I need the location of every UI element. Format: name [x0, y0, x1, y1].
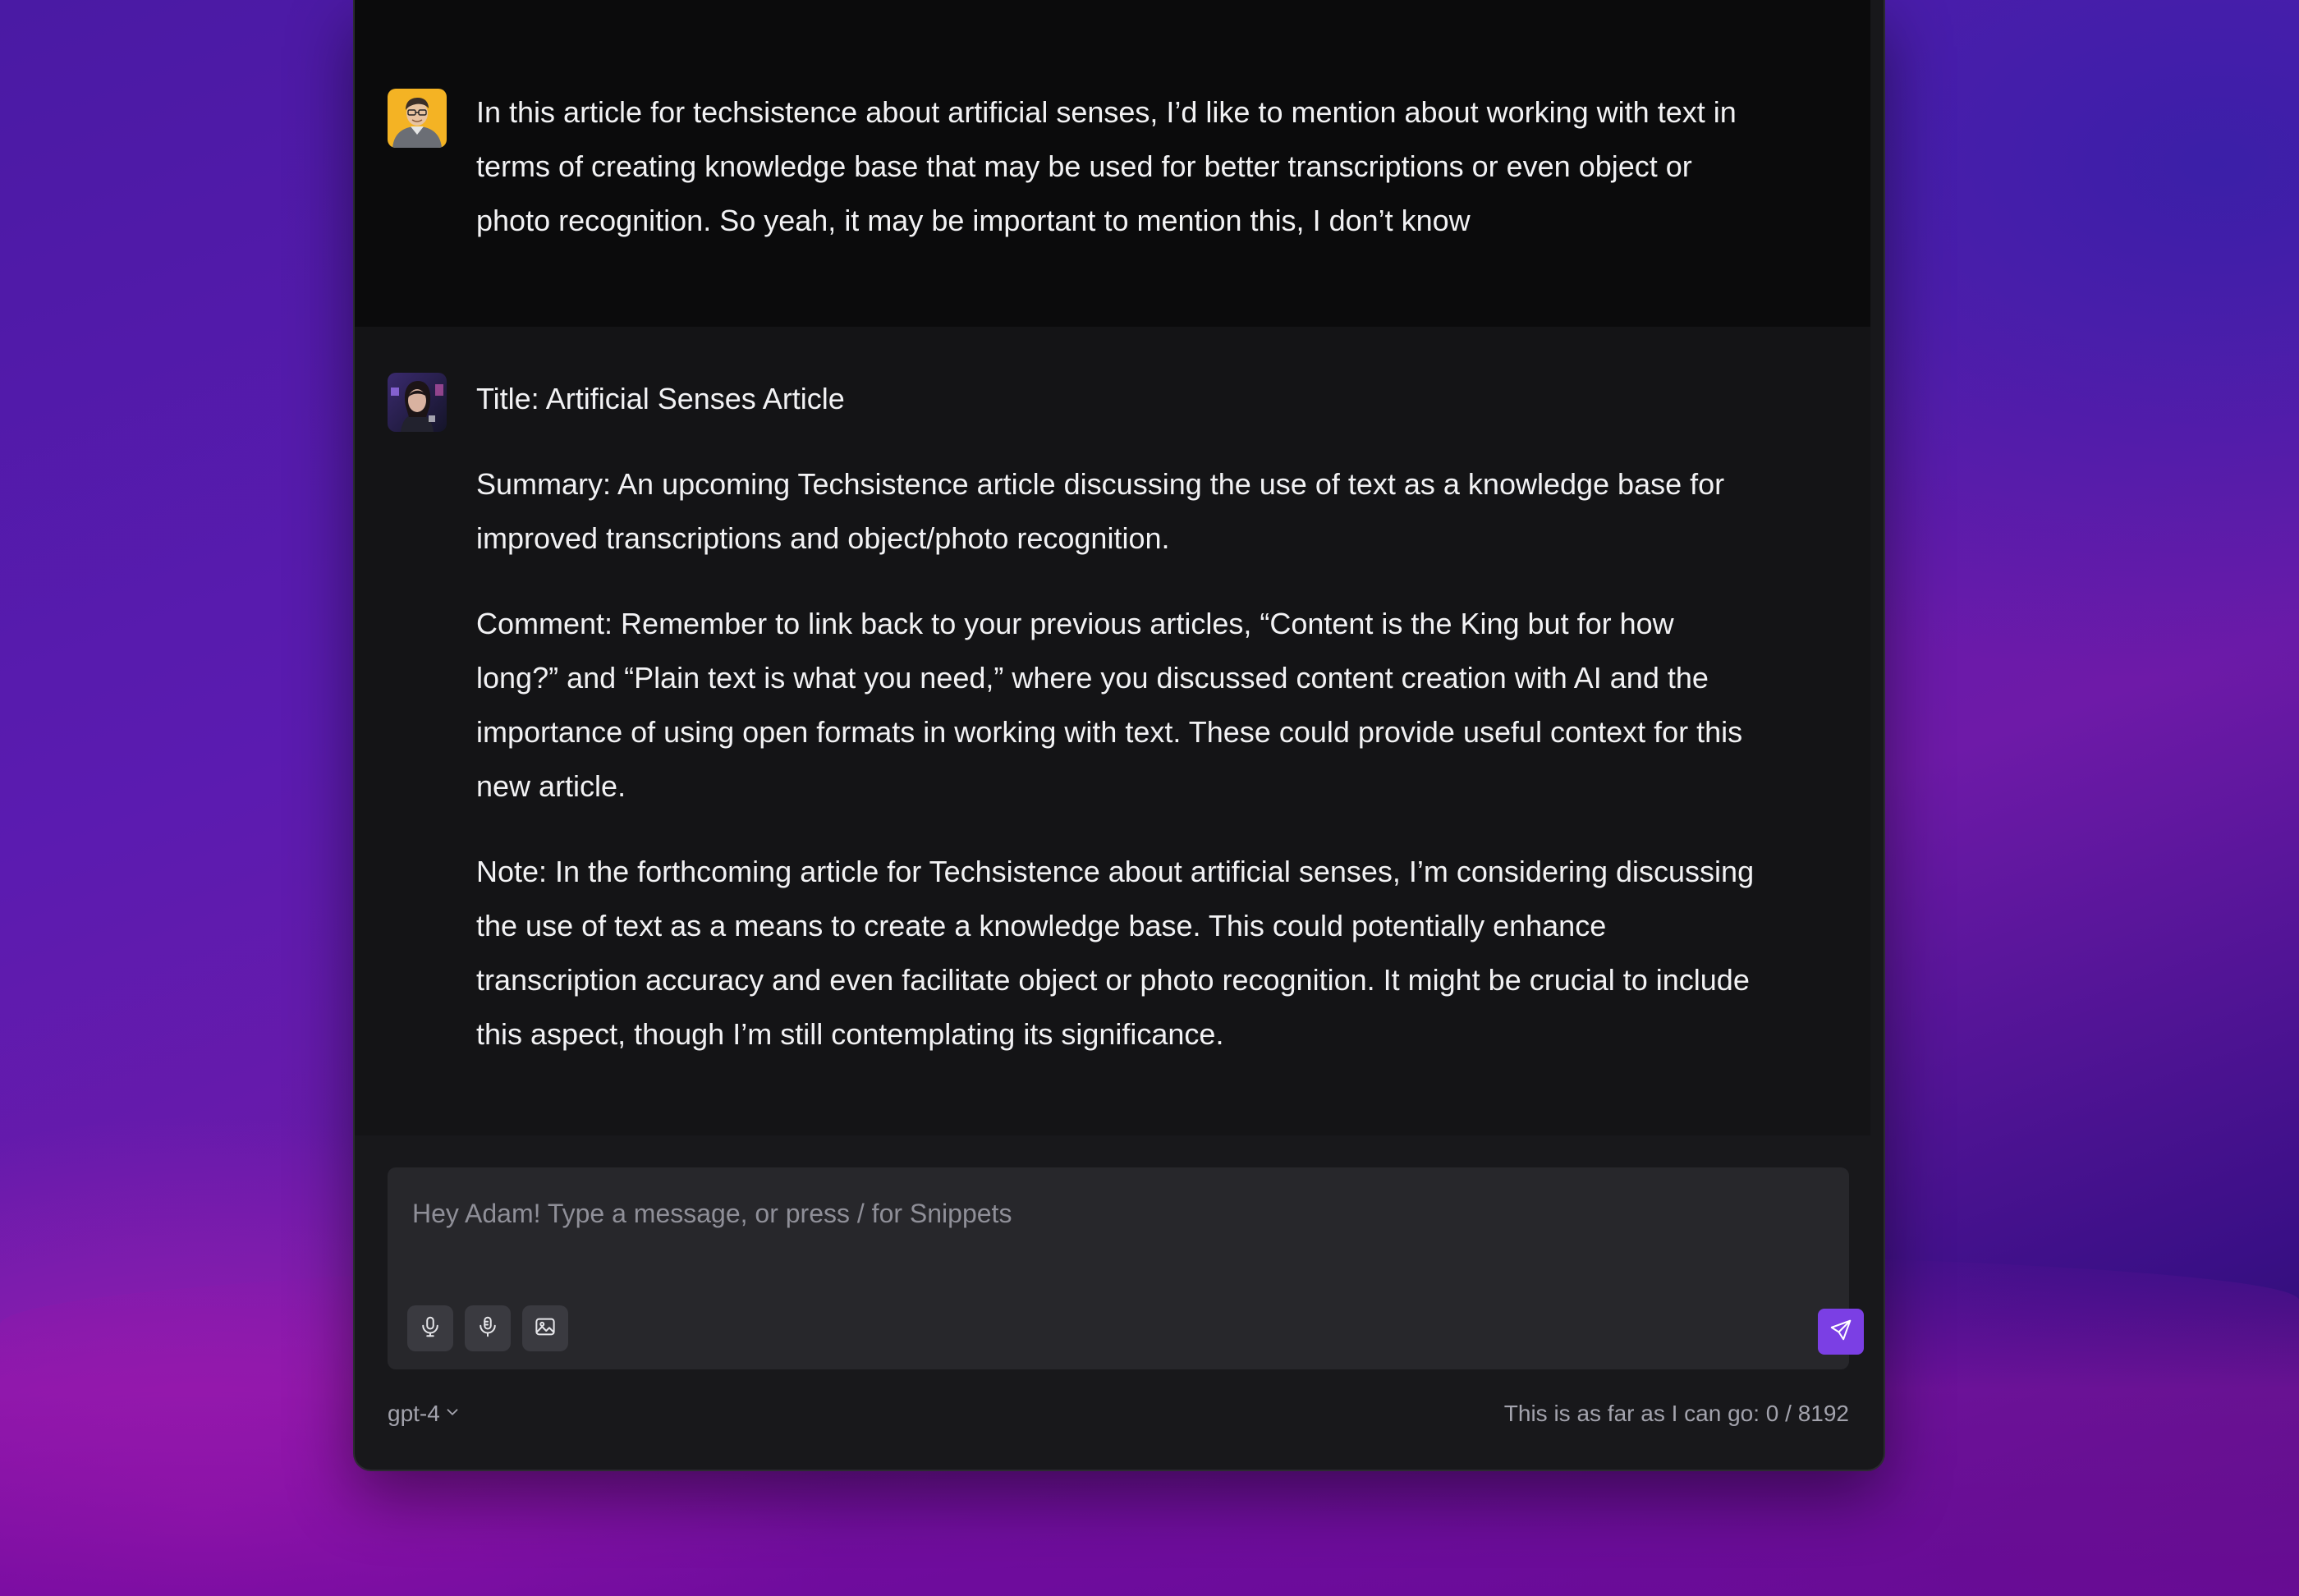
ai-response-comment: Comment: Remember to link back to your p… [476, 607, 1743, 803]
user-message: In this article for techsistence about a… [355, 0, 1870, 327]
user-avatar [388, 89, 447, 148]
token-limit-text: This is as far as I can go: 0 / 8192 [1503, 1401, 1849, 1426]
send-icon [1829, 1318, 1853, 1346]
ai-response-summary: Summary: An upcoming Techsistence articl… [476, 467, 1725, 555]
message-input[interactable] [412, 1199, 1808, 1229]
ai-message-text: Title: Artificial Senses Article Summary… [476, 372, 1757, 1093]
chat-window: In this article for techsistence about a… [353, 0, 1885, 1471]
image-icon [533, 1314, 558, 1343]
ai-response-note: Note: In the forthcoming article for Tec… [476, 855, 1755, 1051]
ai-message: Title: Artificial Senses Article Summary… [355, 327, 1870, 1135]
model-name: gpt-4 [388, 1401, 440, 1426]
composer-footer: gpt-4 This is as far as I can go: 0 / 81… [388, 1401, 1849, 1433]
microphone-button[interactable] [407, 1305, 453, 1351]
ai-avatar [388, 373, 447, 432]
chevron-down-icon [443, 1401, 461, 1427]
microphone-icon [418, 1314, 443, 1343]
microphone-alt-icon [475, 1314, 500, 1343]
ai-response-title: Title: Artificial Senses Article [476, 382, 845, 415]
user-message-text: In this article for techsistence about a… [476, 95, 1737, 237]
attach-image-button[interactable] [522, 1305, 568, 1351]
voice-record-button[interactable] [465, 1305, 511, 1351]
model-selector[interactable]: gpt-4 [388, 1401, 461, 1427]
message-composer [388, 1167, 1864, 1369]
send-button[interactable] [1818, 1309, 1864, 1355]
